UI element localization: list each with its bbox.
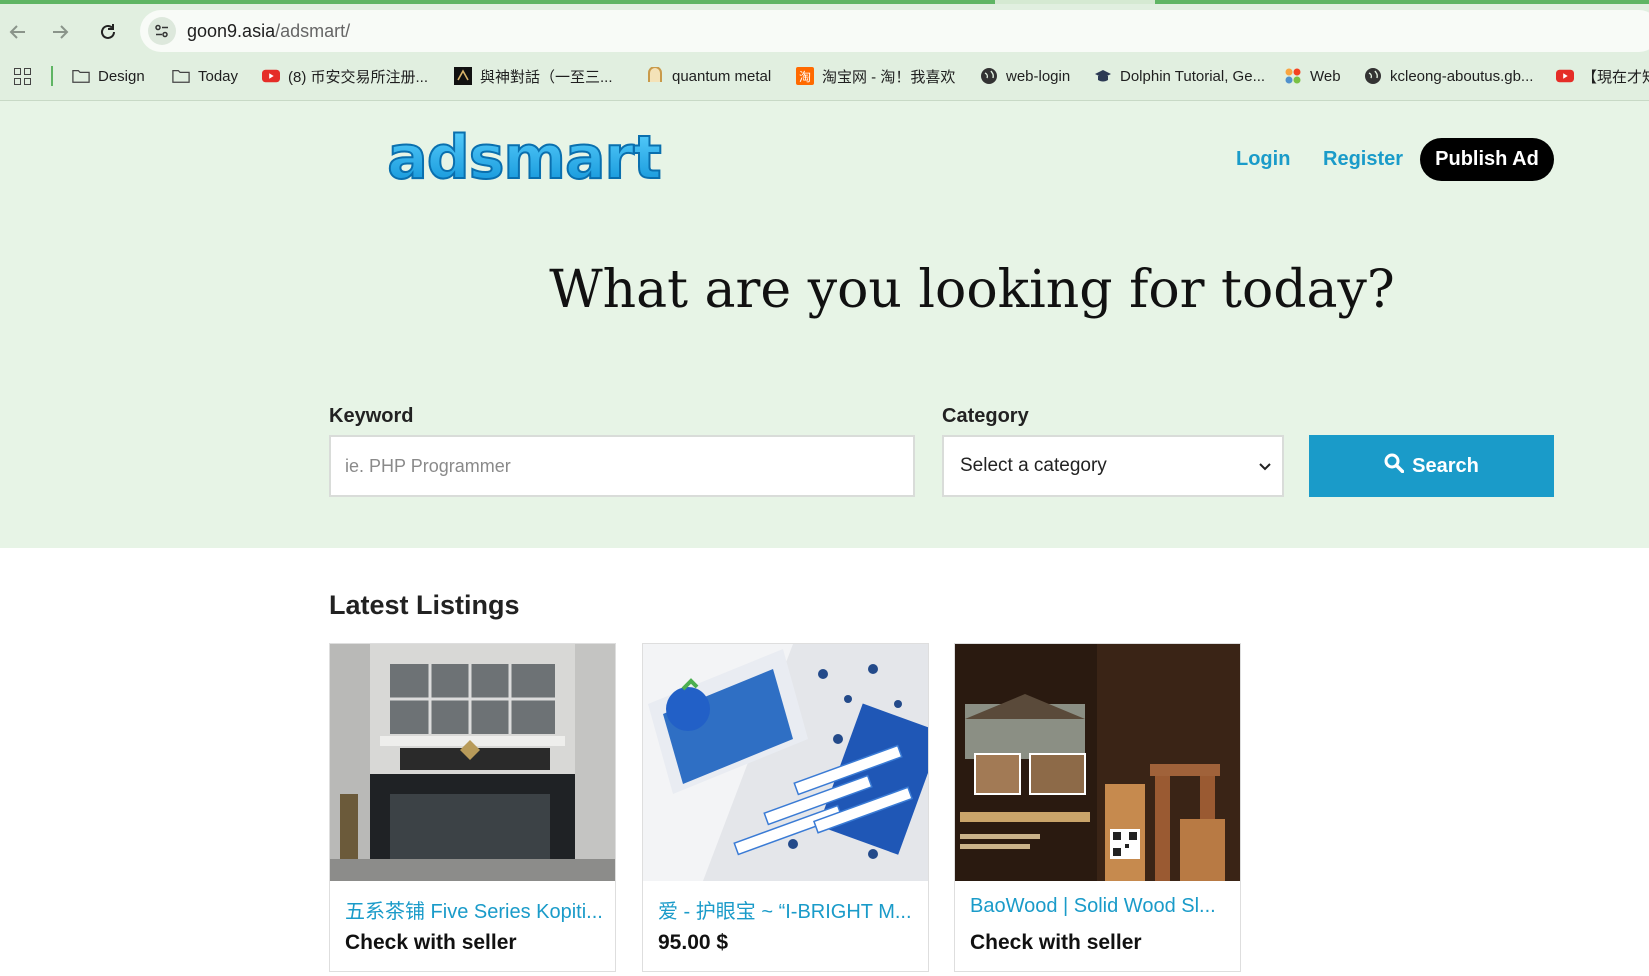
bookmark-label: kcleong-aboutus.gb... — [1390, 67, 1534, 85]
url-text[interactable]: goon9.asia/adsmart/ — [187, 21, 350, 42]
bookmark-label: 淘宝网 - 淘！我喜欢 — [822, 68, 956, 86]
latest-listings-title: Latest Listings — [329, 590, 520, 620]
category-selected-value: Select a category — [960, 455, 1107, 476]
search-button-label: Search — [1412, 454, 1479, 477]
bookmark-kcleong-aboutus[interactable]: kcleong-aboutus.gb... — [1364, 62, 1533, 90]
listing-photo-fruit-jelly[interactable] — [643, 644, 928, 881]
folder-icon — [172, 67, 190, 85]
bookmark-label: Design — [98, 67, 145, 85]
bookmark-quantum-metal[interactable]: quantum metal — [646, 62, 771, 90]
globe-icon — [980, 67, 998, 85]
bookmark-binance-video[interactable]: (8) 币安交易所注册... — [262, 62, 428, 90]
search-icon — [1384, 453, 1405, 479]
bookmark-label: 與神對話（一至三... — [480, 68, 613, 86]
taobao-icon: 淘 — [796, 67, 814, 85]
tab-strip — [0, 0, 1649, 4]
register-link[interactable]: Register — [1323, 148, 1403, 171]
apps-grid-icon[interactable] — [14, 62, 31, 90]
bookmarks-bar: Design Today (8) 币安交易所注册... 與神對話（一至三... … — [0, 62, 1649, 90]
bookmark-design[interactable]: Design — [72, 62, 145, 90]
svg-text:淘: 淘 — [799, 70, 811, 84]
keyword-input[interactable] — [329, 435, 915, 497]
bookmark-web[interactable]: Web — [1284, 62, 1341, 90]
page-headline: What are you looking for today? — [0, 260, 1649, 320]
site-info-icon[interactable] — [148, 17, 176, 45]
listing-price: Check with seller — [345, 931, 517, 954]
address-bar[interactable]: goon9.asia/adsmart/ — [140, 10, 1649, 52]
bookmark-conversations-with-god[interactable]: 與神對話（一至三... — [454, 62, 613, 90]
bookmark-label: (8) 币安交易所注册... — [288, 68, 429, 86]
headline-text: What are you looking for today? — [549, 260, 1395, 320]
listing-title-link[interactable]: BaoWood | Solid Wood Sl... — [970, 895, 1216, 918]
youtube-icon — [1556, 67, 1574, 85]
publish-ad-button[interactable]: Publish Ad — [1420, 138, 1554, 181]
login-link[interactable]: Login — [1236, 148, 1290, 171]
bookmark-web-login[interactable]: web-login — [980, 62, 1070, 90]
bookmark-dolphin-tutorial[interactable]: Dolphin Tutorial, Ge... — [1094, 62, 1265, 90]
bookmark-label: 【現在才知 — [1582, 68, 1649, 86]
listing-photo-shopfront[interactable] — [330, 644, 615, 881]
bookmark-taobao[interactable]: 淘 淘宝网 - 淘！我喜欢 — [796, 62, 955, 90]
bookmark-label: Today — [198, 67, 239, 85]
bookmark-today[interactable]: Today — [172, 62, 238, 90]
bookmarks-separator — [51, 66, 53, 86]
bookmark-label: Web — [1310, 67, 1341, 85]
book-icon — [454, 67, 472, 85]
quantum-icon — [646, 67, 664, 85]
bookmark-label: Dolphin Tutorial, Ge... — [1120, 67, 1266, 85]
listing-photo-timber-works[interactable] — [955, 644, 1240, 881]
listing-title-link[interactable]: 爱 - 护眼宝 ~ “I-BRIGHT M... — [658, 895, 912, 924]
category-select[interactable]: Select a category — [942, 435, 1284, 497]
globe-icon — [1364, 67, 1382, 85]
category-label: Category — [942, 405, 1029, 427]
listing-card[interactable]: 五系茶铺 Five Series Kopiti... Check with se… — [329, 643, 616, 972]
joomla-icon — [1284, 67, 1302, 85]
listing-card[interactable]: BaoWood | Solid Wood Sl... Check with se… — [954, 643, 1241, 972]
browser-toolbar: goon9.asia/adsmart/ Design Today (8) 币安交… — [0, 0, 1649, 101]
listing-price: Check with seller — [970, 931, 1142, 954]
keyword-label: Keyword — [329, 405, 414, 427]
chevron-down-icon — [1258, 457, 1272, 483]
bookmark-youtube-now[interactable]: 【現在才知 — [1556, 62, 1649, 90]
forward-arrow-icon[interactable] — [46, 18, 74, 46]
reload-icon[interactable] — [94, 18, 122, 46]
svg-text:adsmart: adsmart — [387, 128, 661, 190]
bookmark-label: web-login — [1006, 67, 1071, 85]
adsmart-logo[interactable]: adsmart — [378, 122, 670, 195]
folder-icon — [72, 67, 90, 85]
listing-price: 95.00 $ — [658, 931, 729, 954]
graduation-cap-icon — [1094, 67, 1112, 85]
bookmark-label: quantum metal — [672, 67, 772, 85]
search-button[interactable]: Search — [1309, 435, 1554, 497]
youtube-icon — [262, 67, 280, 85]
back-arrow-icon[interactable] — [4, 18, 32, 46]
listing-title-link[interactable]: 五系茶铺 Five Series Kopiti... — [345, 895, 603, 924]
listing-card[interactable]: 爱 - 护眼宝 ~ “I-BRIGHT M... 95.00 $ — [642, 643, 929, 972]
